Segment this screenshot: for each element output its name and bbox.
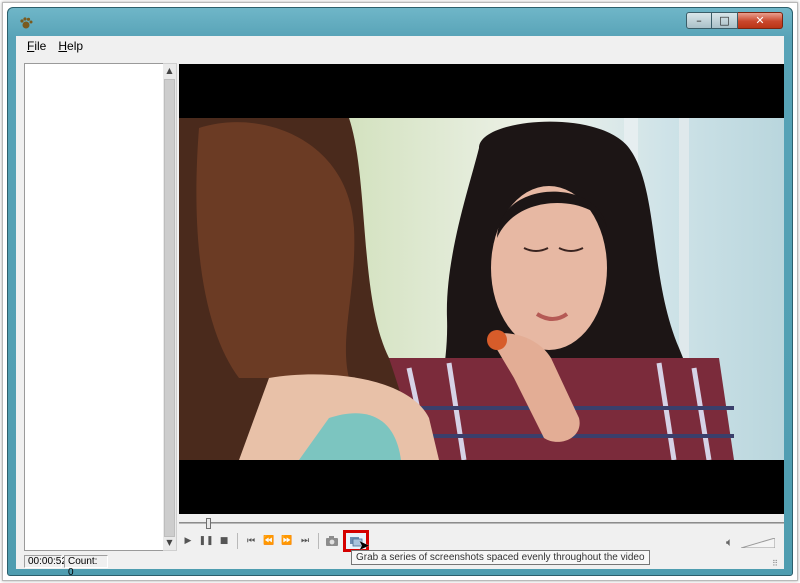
menu-bar: File Help (16, 36, 784, 56)
stop-icon: ■ (219, 536, 229, 546)
seek-slider[interactable] (179, 518, 784, 529)
client-area: File Help ▲ ▼ ▶ ❚❚ ■ ⏮ ⏪ ⏩ ⏭ ➤ Grab a se… (16, 36, 784, 578)
menu-help[interactable]: Help (52, 39, 89, 53)
status-bar: 00:00:52 Count: 0 ⠿ (24, 555, 780, 578)
scrollbar-thumb[interactable] (164, 79, 175, 537)
close-icon: ✕ (755, 14, 765, 27)
pause-icon: ❚❚ (198, 536, 214, 546)
camera-icon (326, 536, 338, 546)
menu-help-accelerator: H (58, 39, 68, 53)
skip-end-button[interactable]: ⏭ (296, 532, 314, 550)
maximize-icon: □ (719, 14, 730, 27)
speaker-icon[interactable]: 🔈︎ (726, 535, 733, 550)
skip-start-button[interactable]: ⏮ (242, 532, 260, 550)
scroll-down-icon[interactable]: ▼ (163, 536, 176, 550)
window-buttons: – □ ✕ (686, 12, 783, 29)
fast-forward-button[interactable]: ⏩ (278, 532, 296, 550)
app-window: – □ ✕ File Help ▲ ▼ ▶ ❚❚ ■ ⏮ ⏪ ⏩ ⏭ ➤ Gra… (7, 7, 793, 578)
minimize-button[interactable]: – (686, 12, 712, 29)
play-icon: ▶ (184, 536, 192, 546)
skip-start-icon: ⏮ (246, 536, 256, 546)
menu-help-label: elp (67, 39, 84, 53)
title-bar[interactable]: – □ ✕ (8, 8, 792, 36)
list-scrollbar[interactable]: ▲ ▼ (163, 63, 177, 551)
controls-separator-2 (318, 533, 319, 549)
grab-series-button[interactable]: ➤ (343, 530, 370, 554)
screenshot-list[interactable] (24, 63, 164, 551)
video-frame (179, 118, 784, 460)
grab-screenshot-button[interactable] (323, 532, 341, 550)
controls-separator (237, 533, 238, 549)
resize-grip-icon[interactable]: ⠿ (772, 559, 778, 568)
scroll-up-icon[interactable]: ▲ (163, 64, 176, 78)
close-button[interactable]: ✕ (738, 12, 783, 29)
rewind-button[interactable]: ⏪ (260, 532, 278, 550)
status-time: 00:00:52 (24, 555, 67, 568)
menu-file[interactable]: File (21, 39, 52, 53)
video-frame-image (179, 118, 784, 460)
status-count: Count: 0 (64, 555, 108, 578)
video-display[interactable] (179, 64, 784, 514)
stop-button[interactable]: ■ (215, 532, 233, 550)
seek-track (179, 522, 784, 524)
volume-slider[interactable] (741, 537, 776, 548)
playback-controls: ▶ ❚❚ ■ ⏮ ⏪ ⏩ ⏭ ➤ (179, 530, 370, 554)
volume-control: 🔈︎ (726, 535, 776, 550)
rewind-icon: ⏪ (263, 536, 275, 546)
play-button[interactable]: ▶ (179, 532, 197, 550)
app-paw-icon (20, 17, 33, 29)
pause-button[interactable]: ❚❚ (197, 532, 215, 550)
skip-end-icon: ⏭ (300, 536, 310, 546)
fast-forward-icon: ⏩ (281, 536, 293, 546)
maximize-button[interactable]: □ (712, 12, 738, 29)
menu-file-label: ile (34, 39, 47, 53)
minimize-icon: – (696, 14, 702, 27)
seek-handle[interactable] (206, 518, 211, 529)
